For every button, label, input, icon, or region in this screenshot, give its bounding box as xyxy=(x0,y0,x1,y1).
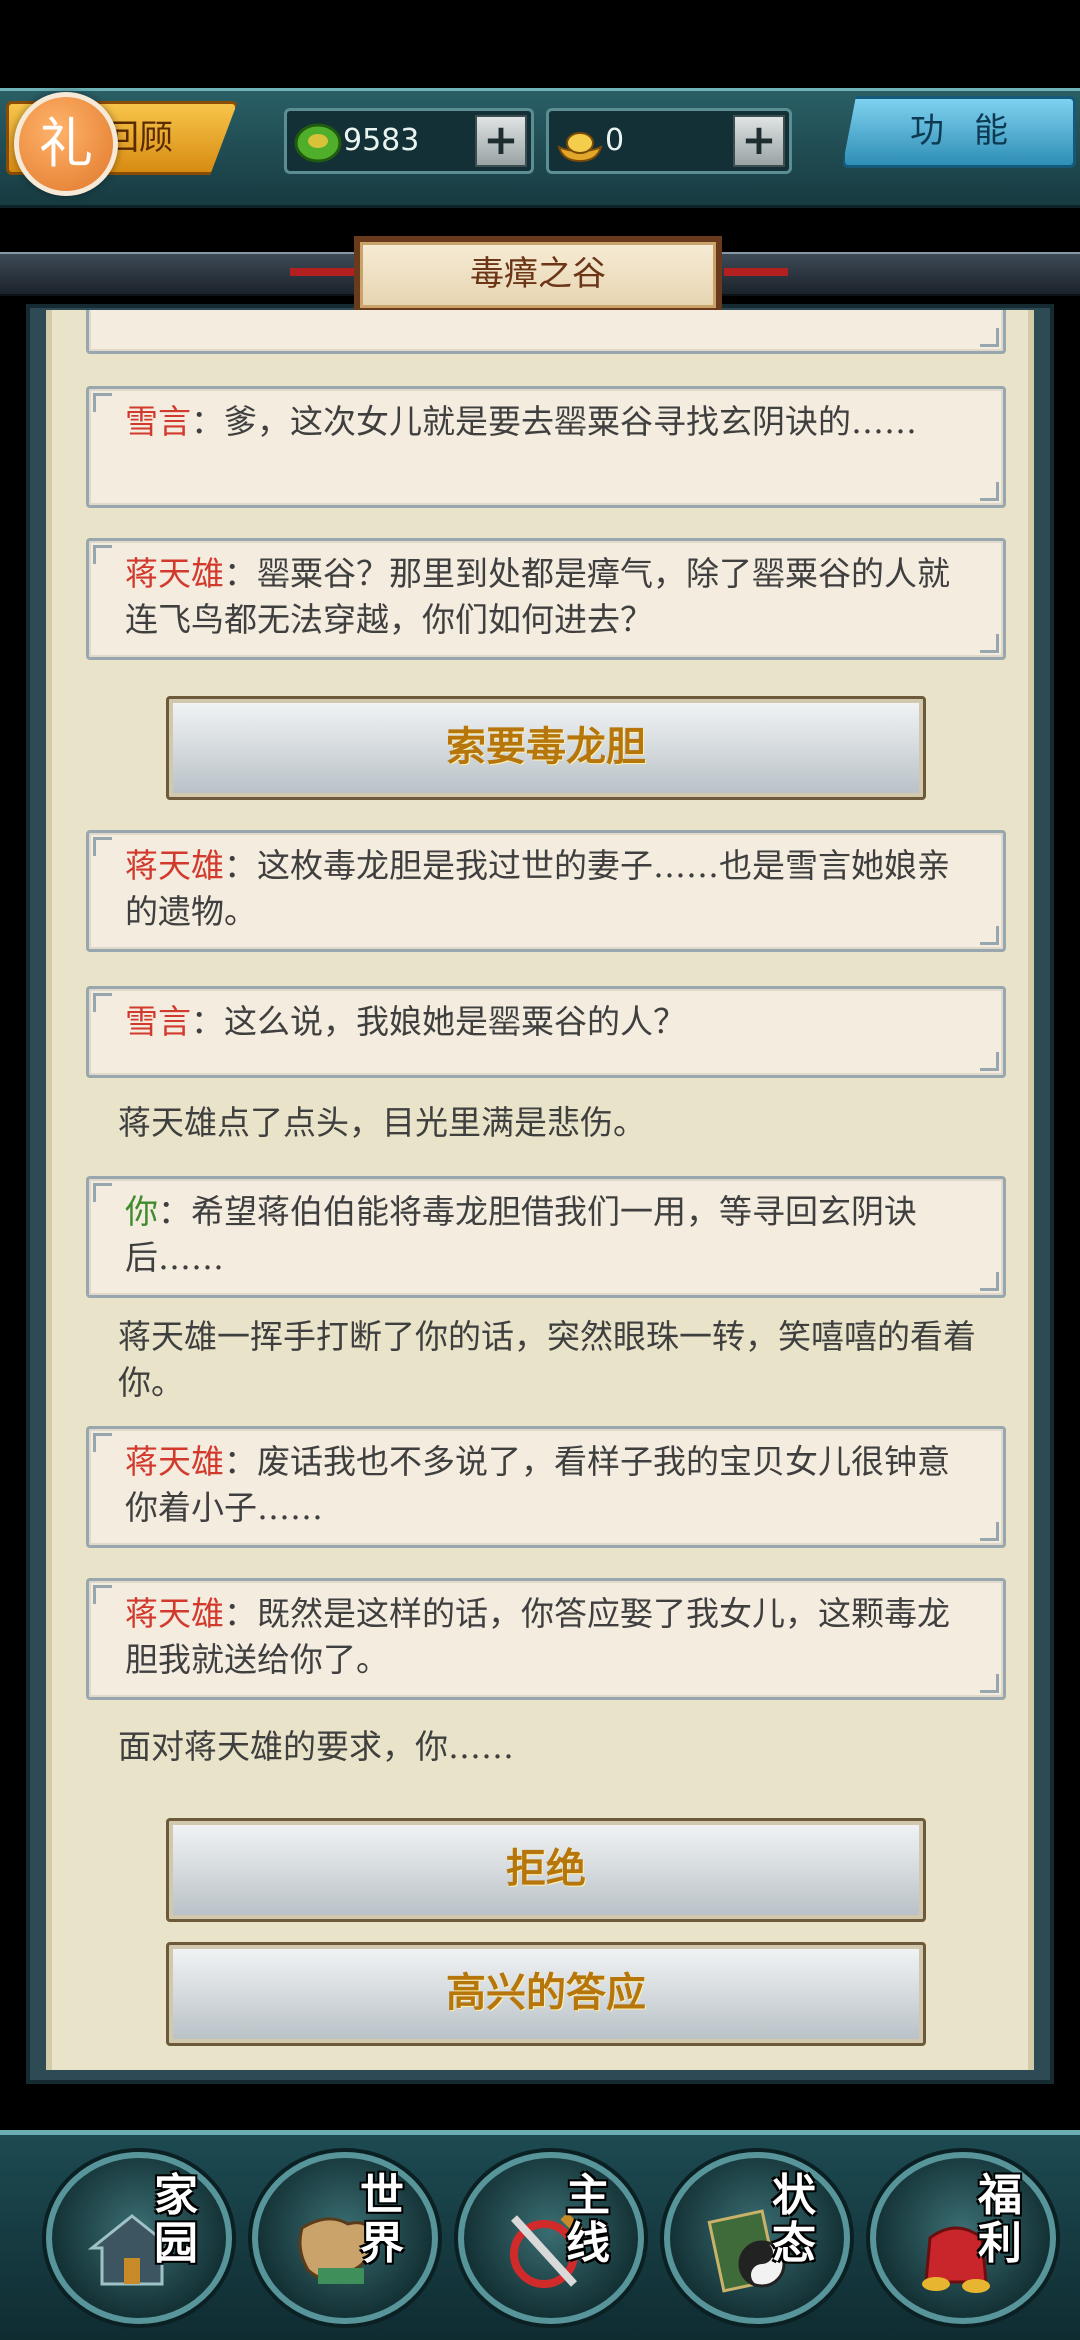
dialogue-card: 你：希望蒋伯伯能将毒龙胆借我们一用，等寻回玄阴诀后…… xyxy=(86,1176,1006,1298)
speaker-name: 蒋天雄 xyxy=(125,1594,224,1633)
gift-button[interactable]: 礼 xyxy=(14,92,118,196)
speaker-name: 蒋天雄 xyxy=(125,846,224,885)
add-jade-button[interactable]: + xyxy=(475,115,527,167)
accept-choice-button[interactable]: 高兴的答应 xyxy=(166,1942,926,2046)
dialogue-card: 蒋天雄：罂粟谷？那里到处都是瘴气，除了罂粟谷的人就连飞鸟都无法穿越，你们如何进去… xyxy=(86,538,1006,660)
speaker-name: 蒋天雄 xyxy=(125,554,224,593)
nav-home[interactable]: 家园 xyxy=(46,2152,232,2324)
speaker-name: 雪言 xyxy=(125,402,191,441)
chapter-title: 毒瘴之谷 xyxy=(354,236,722,314)
dialogue-text: ：废话我也不多说了，看样子我的宝贝女儿很钟意你着小子…… xyxy=(125,1442,950,1527)
nav-label: 家园 xyxy=(154,2170,198,2269)
dialogue-text: ：这枚毒龙胆是我过世的妻子……也是雪言她娘亲的遗物。 xyxy=(125,846,950,931)
refuse-choice-button[interactable]: 拒绝 xyxy=(166,1818,926,1922)
dialogue-card-previous xyxy=(86,310,1006,354)
dialogue-text: ：罂粟谷？那里到处都是瘴气，除了罂粟谷的人就连飞鸟都无法穿越，你们如何进去？ xyxy=(125,554,950,639)
nav-welfare[interactable]: 福利 xyxy=(870,2152,1056,2324)
rail-knot-left xyxy=(290,268,354,276)
ask-gallbladder-choice-button[interactable]: 索要毒龙胆 xyxy=(166,696,926,800)
nav-world[interactable]: 世界 xyxy=(252,2152,438,2324)
narration-text: 面对蒋天雄的要求，你…… xyxy=(118,1727,514,1766)
dialogue-card: 雪言：这么说，我娘她是罂粟谷的人？ xyxy=(86,986,1006,1078)
nav-label: 主线 xyxy=(566,2170,610,2269)
dialogue-text: ：既然是这样的话，你答应娶了我女儿，这颗毒龙胆我就送给你了。 xyxy=(125,1594,950,1679)
dialogue-text: ：这么说，我娘她是罂粟谷的人？ xyxy=(191,1002,686,1041)
dialogue-card: 雪言：爹，这次女儿就是要去罂粟谷寻找玄阴诀的…… xyxy=(86,386,1006,508)
narration-text: 蒋天雄一挥手打断了你的话，突然眼珠一转，笑嘻嘻的看着你。 xyxy=(118,1317,976,1402)
story-scroll[interactable]: 雪言：爹，这次女儿就是要去罂粟谷寻找玄阴诀的…… 蒋天雄：罂粟谷？那里到处都是瘴… xyxy=(46,310,1034,2070)
dialogue-card: 蒋天雄：这枚毒龙胆是我过世的妻子……也是雪言她娘亲的遗物。 xyxy=(86,830,1006,952)
nav-status[interactable]: 状态 xyxy=(664,2152,850,2324)
add-gold-button[interactable]: + xyxy=(733,115,785,167)
gold-ingot-icon xyxy=(557,132,603,163)
nav-label: 福利 xyxy=(978,2170,1022,2269)
rail-knot-right xyxy=(724,268,788,276)
dialogue-card: 蒋天雄：既然是这样的话，你答应娶了我女儿，这颗毒龙胆我就送给你了。 xyxy=(86,1578,1006,1700)
jade-coin-icon xyxy=(294,123,342,163)
dialogue-card: 蒋天雄：废话我也不多说了，看样子我的宝贝女儿很钟意你着小子…… xyxy=(86,1426,1006,1548)
nav-main-quest[interactable]: 主线 xyxy=(458,2152,644,2324)
speaker-name: 你 xyxy=(125,1192,158,1231)
dialogue-text: ：爹，这次女儿就是要去罂粟谷寻找玄阴诀的…… xyxy=(191,402,917,441)
function-button[interactable]: 功能 xyxy=(842,96,1076,168)
narration-text: 蒋天雄点了点头，目光里满是悲伤。 xyxy=(118,1103,646,1142)
speaker-name: 雪言 xyxy=(125,1002,191,1041)
speaker-name: 蒋天雄 xyxy=(125,1442,224,1481)
gold-currency: 0 + xyxy=(546,108,792,174)
nav-label: 状态 xyxy=(772,2170,816,2269)
dialogue-text: ：希望蒋伯伯能将毒龙胆借我们一用，等寻回玄阴诀后…… xyxy=(125,1192,917,1277)
jade-amount: 9583 xyxy=(343,123,420,158)
gold-amount: 0 xyxy=(605,123,625,158)
nav-label: 世界 xyxy=(360,2170,404,2269)
jade-currency: 9583 + xyxy=(284,108,534,174)
